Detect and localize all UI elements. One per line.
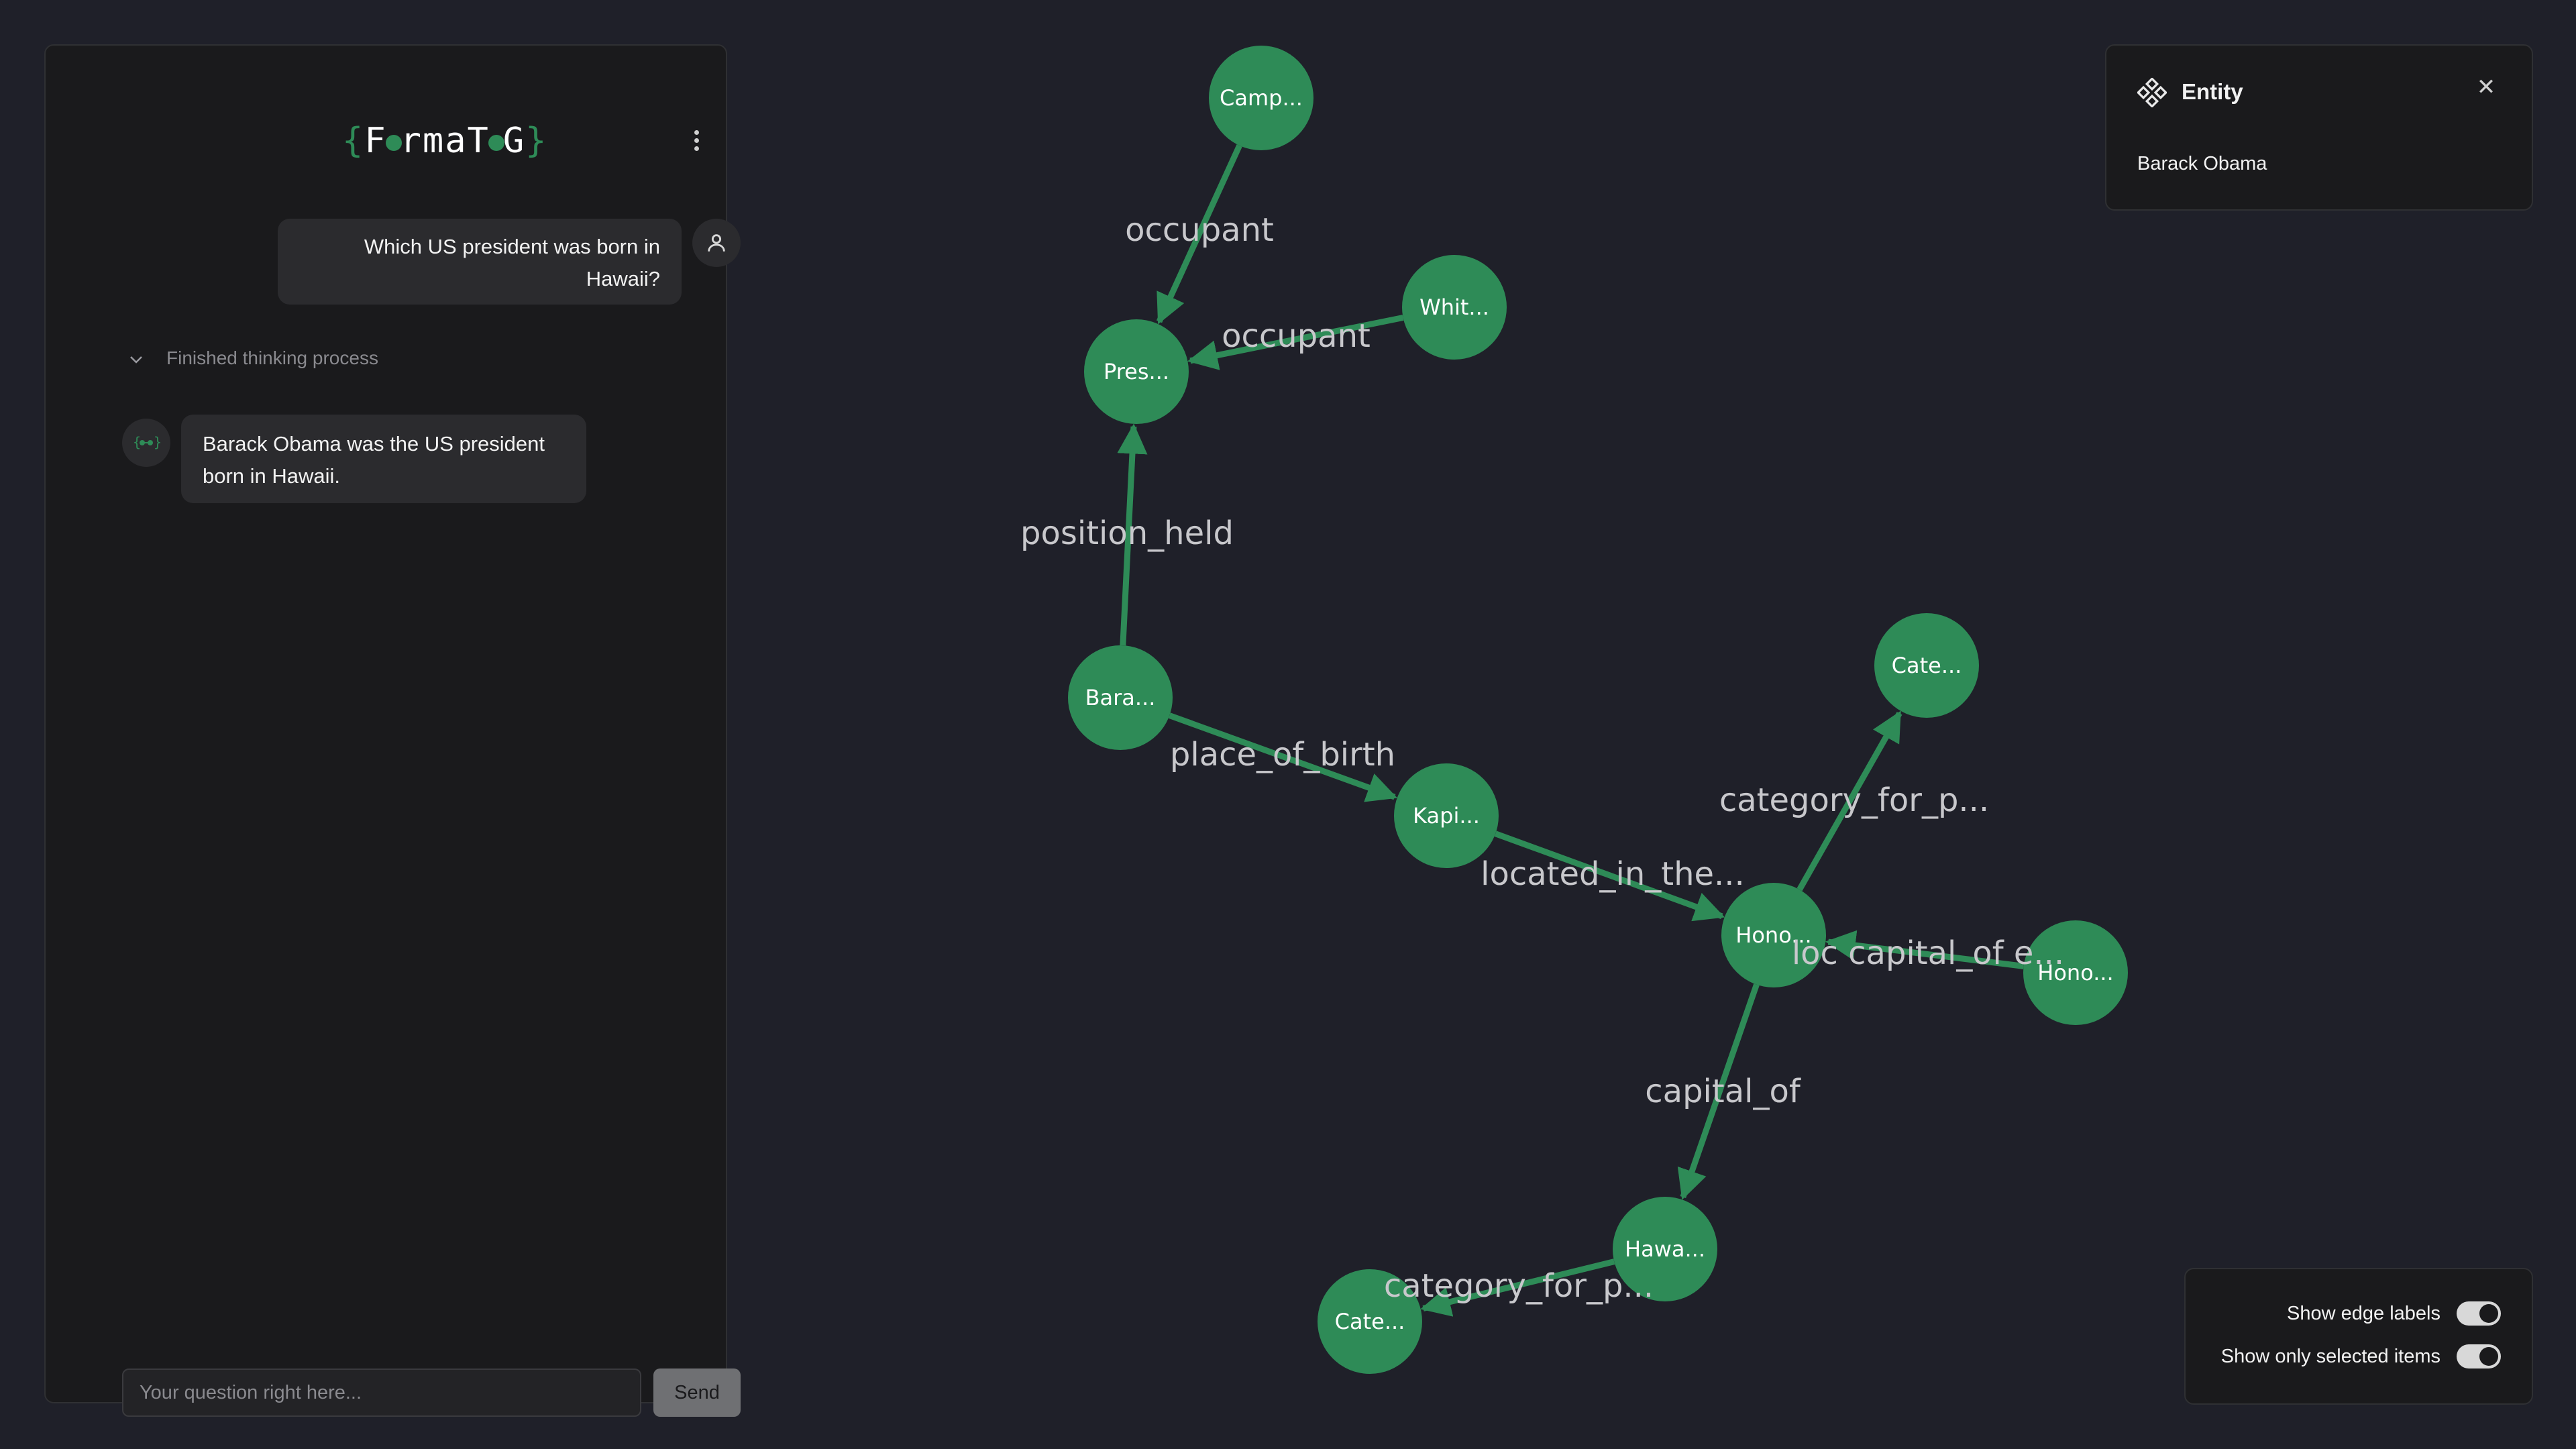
edge-label: category_for_p... — [1719, 782, 1989, 819]
graph-node-pres[interactable]: Pres... — [1084, 319, 1189, 424]
graph-node-camp[interactable]: Camp... — [1209, 46, 1313, 150]
knowledge-graph[interactable]: Camp...Whit...Pres...Bara...Kapi...Hono.… — [0, 0, 2576, 1449]
edge-label: capital_of — [1645, 1073, 1801, 1110]
edge-labels-toggle[interactable] — [2457, 1301, 2501, 1326]
edge-label: position_held — [1020, 515, 1234, 552]
toggle-row-selected-items: Show only selected items — [2221, 1344, 2501, 1368]
edge-label: located_in_the... — [1481, 855, 1745, 893]
graph-node-label: Kapi... — [1413, 803, 1480, 828]
graph-node-label: Cate... — [1892, 653, 1962, 678]
entity-title: Entity — [2182, 79, 2243, 104]
edge-label: place_of_birth — [1170, 736, 1395, 773]
graph-node-label: Hawa... — [1625, 1236, 1705, 1262]
entity-panel: Entity ✕ Barack Obama — [2105, 44, 2533, 211]
toggle-row-edge-labels: Show edge labels — [2287, 1301, 2501, 1326]
close-icon[interactable]: ✕ — [2473, 74, 2500, 101]
edge-label: occupant — [1222, 317, 1371, 355]
entity-value: Barack Obama — [2137, 153, 2267, 174]
selected-items-toggle[interactable] — [2457, 1344, 2501, 1368]
graph-node-label: Whit... — [1419, 294, 1489, 320]
toggle-label: Show only selected items — [2220, 1345, 2440, 1367]
graph-node-kapi[interactable]: Kapi... — [1394, 763, 1499, 868]
toggle-label: Show edge labels — [2287, 1302, 2440, 1324]
graph-node-cate1[interactable]: Cate... — [1874, 613, 1979, 718]
graph-node-label: Pres... — [1104, 359, 1169, 384]
edge-label: category_for_p... — [1384, 1267, 1654, 1305]
edge-label: loc capital_of e... — [1792, 934, 2064, 972]
edge-label: occupant — [1125, 211, 1274, 249]
display-options-panel: Show edge labels Show only selected item… — [2184, 1268, 2533, 1405]
graph-node-label: Cate... — [1335, 1309, 1405, 1334]
graph-node-bara[interactable]: Bara... — [1068, 645, 1173, 750]
graph-node-label: Bara... — [1085, 685, 1156, 710]
graph-node-label: Camp... — [1220, 85, 1303, 111]
graph-node-whit[interactable]: Whit... — [1402, 255, 1507, 360]
entity-icon — [2137, 77, 2167, 110]
